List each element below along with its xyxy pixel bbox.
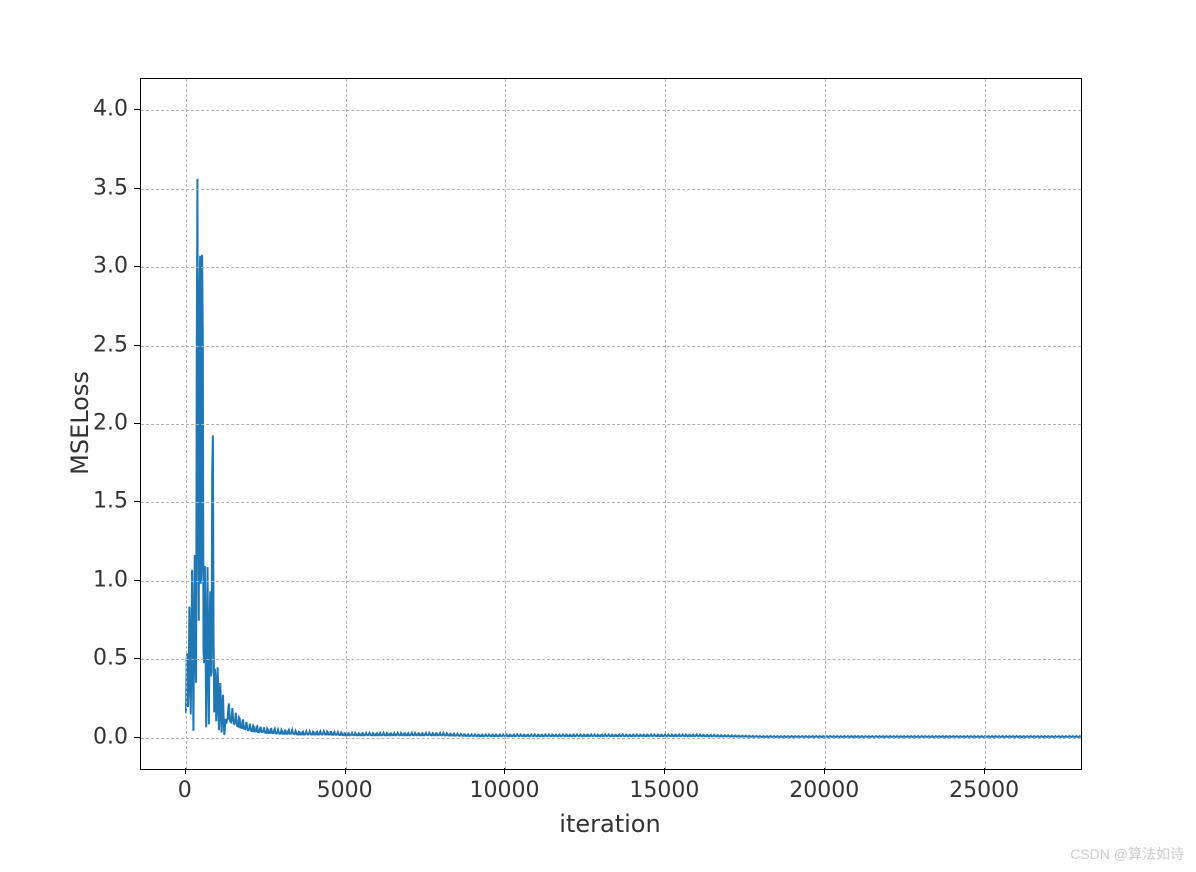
grid-v bbox=[985, 79, 986, 769]
ytick-mark bbox=[134, 501, 140, 502]
ytick-mark bbox=[134, 737, 140, 738]
grid-h bbox=[141, 738, 1081, 739]
xtick-mark bbox=[185, 768, 186, 774]
ytick-mark bbox=[134, 188, 140, 189]
xtick-mark bbox=[984, 768, 985, 774]
ytick-mark bbox=[134, 580, 140, 581]
ytick-label: 1.0 bbox=[68, 567, 128, 592]
ytick-mark bbox=[134, 266, 140, 267]
plot-area bbox=[140, 78, 1082, 770]
xtick-label: 0 bbox=[145, 778, 225, 803]
xtick-label: 25000 bbox=[944, 778, 1024, 803]
grid-h bbox=[141, 581, 1081, 582]
grid-v bbox=[346, 79, 347, 769]
ytick-label: 2.0 bbox=[68, 411, 128, 436]
ytick-label: 4.0 bbox=[68, 97, 128, 122]
x-axis-label: iteration bbox=[550, 810, 670, 838]
ytick-label: 0.5 bbox=[68, 646, 128, 671]
figure: MSELoss iteration CSDN @算法如诗 0.00.51.01.… bbox=[0, 0, 1196, 872]
grid-h bbox=[141, 659, 1081, 660]
grid-h bbox=[141, 267, 1081, 268]
ytick-label: 3.0 bbox=[68, 254, 128, 279]
grid-v bbox=[825, 79, 826, 769]
grid-v bbox=[665, 79, 666, 769]
grid-h bbox=[141, 346, 1081, 347]
grid-h bbox=[141, 110, 1081, 111]
grid-v bbox=[186, 79, 187, 769]
grid-v bbox=[505, 79, 506, 769]
xtick-mark bbox=[504, 768, 505, 774]
grid-h bbox=[141, 502, 1081, 503]
xtick-mark bbox=[664, 768, 665, 774]
xtick-label: 15000 bbox=[624, 778, 704, 803]
ytick-label: 0.0 bbox=[68, 724, 128, 749]
ytick-mark bbox=[134, 658, 140, 659]
xtick-mark bbox=[824, 768, 825, 774]
series-loss bbox=[186, 179, 1081, 737]
xtick-mark bbox=[345, 768, 346, 774]
xtick-label: 5000 bbox=[305, 778, 385, 803]
grid-h bbox=[141, 189, 1081, 190]
xtick-label: 20000 bbox=[784, 778, 864, 803]
ytick-mark bbox=[134, 345, 140, 346]
watermark: CSDN @算法如诗 bbox=[1070, 844, 1184, 864]
ytick-label: 1.5 bbox=[68, 489, 128, 514]
ytick-label: 3.5 bbox=[68, 175, 128, 200]
ytick-mark bbox=[134, 423, 140, 424]
grid-h bbox=[141, 424, 1081, 425]
ytick-mark bbox=[134, 109, 140, 110]
xtick-label: 10000 bbox=[464, 778, 544, 803]
ytick-label: 2.5 bbox=[68, 332, 128, 357]
